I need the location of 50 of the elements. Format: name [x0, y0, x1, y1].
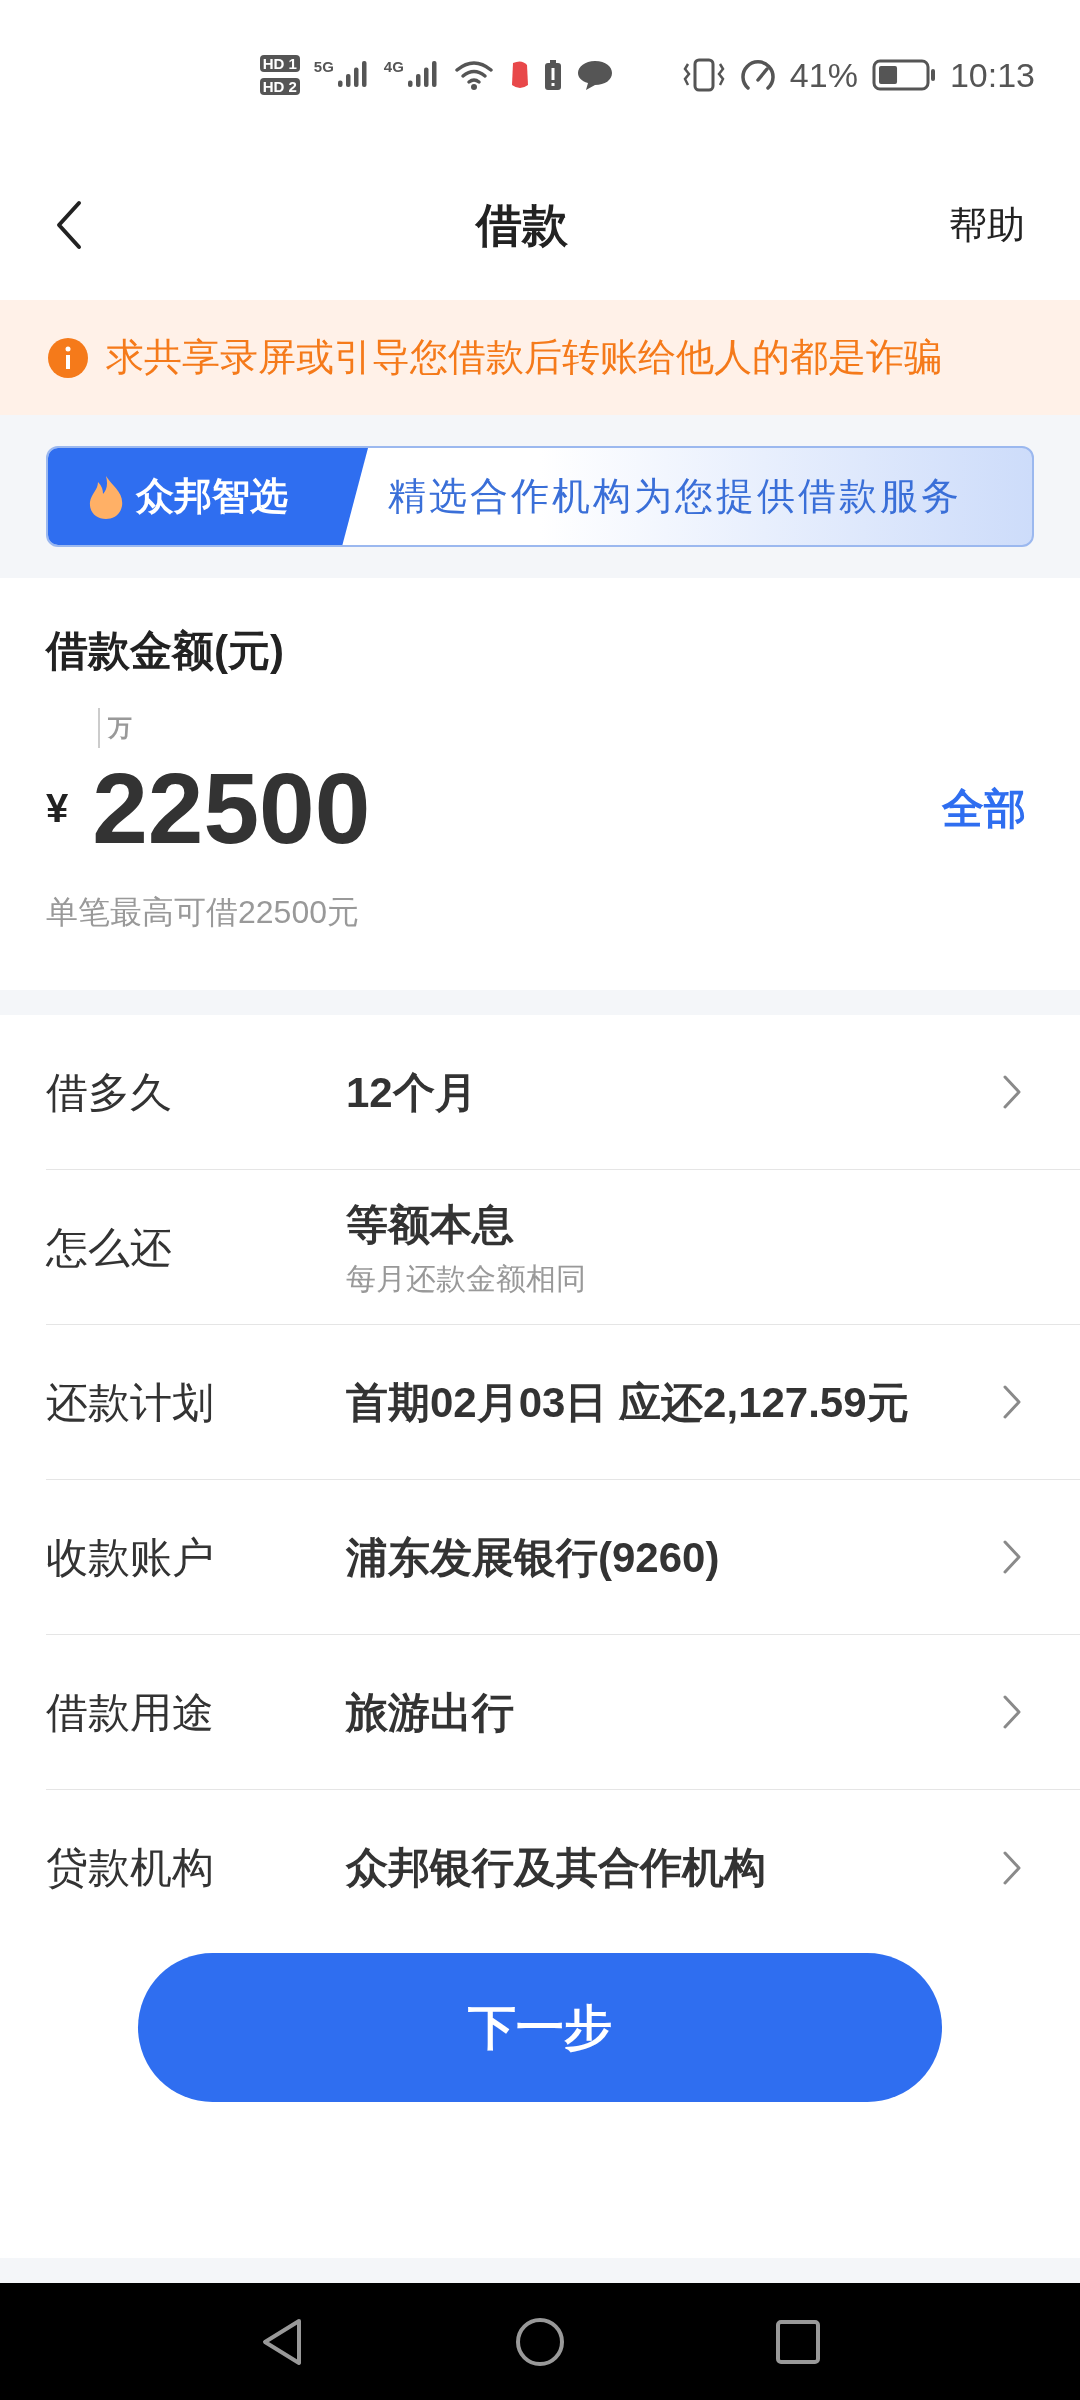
network-label: 4G [383, 59, 404, 74]
recents-nav-icon[interactable] [775, 2318, 821, 2365]
unit-hint: 万 [108, 713, 132, 743]
help-link[interactable]: 帮助 [949, 196, 1025, 254]
form-row[interactable]: 收款账户 浦东发展银行(9260) [46, 1480, 1080, 1635]
row-label: 借款用途 [46, 1687, 215, 1738]
notice-text: 求共享录屏或引导您借款后转账给他人的都是诈骗 [106, 335, 942, 380]
form-row[interactable]: 贷款机构 众邦银行及其合作机构 [46, 1790, 1080, 1945]
clock: 10:13 [949, 58, 1035, 92]
chevron-right-icon [1002, 1539, 1022, 1575]
message-icon [575, 59, 614, 91]
row-value: 浦东发展银行(9260) [346, 1532, 721, 1583]
amount-label: 借款金额(元) [46, 630, 285, 672]
limit-text: 单笔最高可借22500元 [46, 893, 360, 932]
sim-label: HD 2 [259, 78, 300, 95]
row-label: 借多久 [46, 1067, 173, 1118]
row-value: 旅游出行 [346, 1687, 515, 1738]
wifi-icon [453, 59, 494, 91]
promo-slogan: 精选合作机构为您提供借款服务 [388, 474, 962, 519]
row-value: 首期02月03日 应还2,127.59元 [346, 1377, 910, 1428]
home-nav-icon[interactable] [515, 2316, 565, 2367]
currency-symbol: ¥ [46, 785, 69, 832]
chevron-right-icon [1002, 1384, 1022, 1420]
sim-label: HD 1 [259, 55, 300, 72]
row-value: 众邦银行及其合作机构 [346, 1843, 767, 1893]
row-label: 收款账户 [46, 1532, 215, 1583]
speedometer-icon [739, 58, 776, 92]
form-row[interactable]: 借款用途 旅游出行 [46, 1635, 1080, 1790]
form-row[interactable]: 还款计划 首期02月03日 应还2,127.59元 [46, 1325, 1080, 1480]
battery-icon [871, 59, 936, 91]
row-label: 还款计划 [46, 1377, 215, 1428]
row-note: 每月还款金额相同 [346, 1261, 587, 1297]
battery-percent: 41% [789, 58, 858, 92]
page-title: 借款 [476, 197, 568, 253]
network-label: 5G [313, 59, 334, 74]
chevron-right-icon [1002, 1849, 1022, 1886]
row-label: 怎么还 [46, 1222, 173, 1273]
battery-alert-icon [543, 59, 562, 91]
all-amount-button[interactable]: 全部 [942, 776, 1026, 840]
brand-name: 众邦智选 [136, 474, 288, 519]
chevron-right-icon [1002, 1694, 1022, 1730]
amount-value: 22500 [92, 758, 371, 858]
chevron-right-icon [1002, 1074, 1022, 1110]
form-row[interactable]: 借多久 12个月 [46, 1015, 1080, 1170]
row-value: 12个月 [346, 1067, 478, 1118]
next-button[interactable]: 下一步 [138, 1953, 942, 2102]
info-icon [48, 337, 88, 378]
vibrate-icon [681, 58, 726, 92]
row-value: 等额本息 [346, 1200, 515, 1250]
row-label: 贷款机构 [46, 1843, 215, 1893]
